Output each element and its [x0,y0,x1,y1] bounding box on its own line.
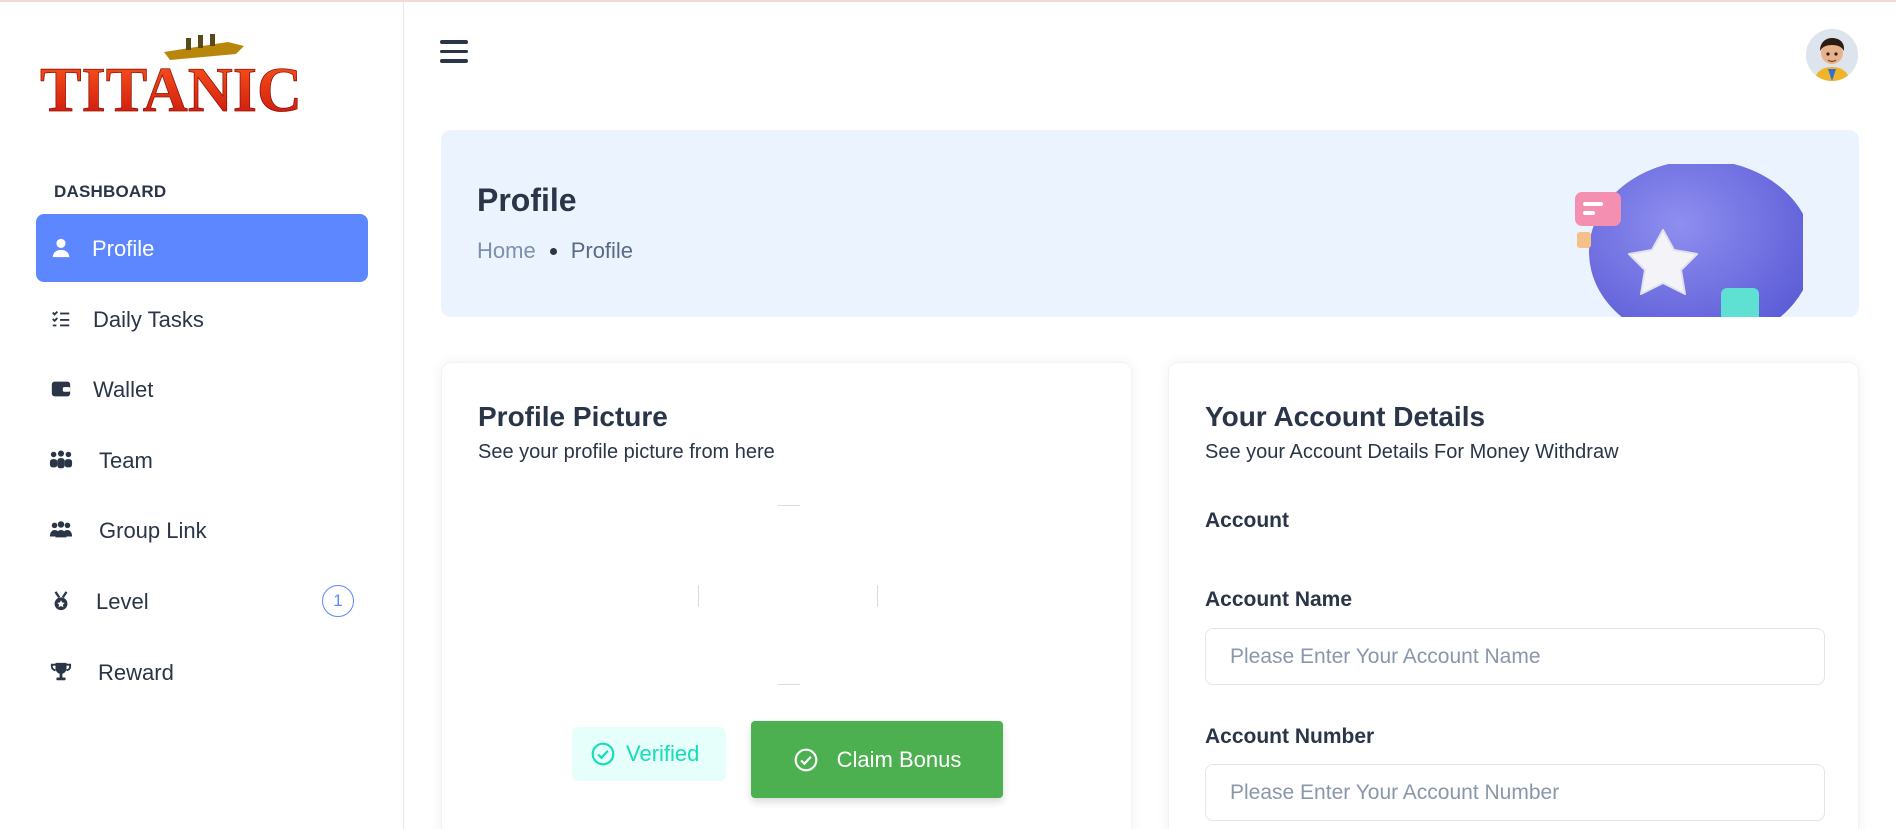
sidebar-item-label: Reward [98,659,174,685]
sidebar-item-label: Team [99,447,153,473]
sidebar-item-profile[interactable]: Profile [36,214,368,282]
sidebar-item-daily-tasks[interactable]: Daily Tasks [36,285,368,353]
check-circle-icon [794,748,818,771]
wallet-icon [48,377,74,401]
account-details-card: Your Account Details See your Account De… [1168,362,1859,829]
level-count-badge: 1 [322,584,354,617]
star-illustration [1563,164,1803,317]
card-subtitle: See your Account Details For Money Withd… [1205,441,1619,463]
sidebar-item-label: Profile [92,236,155,261]
hamburger-menu-button[interactable] [440,40,470,68]
breadcrumb: Home Profile [477,238,633,264]
account-number-input[interactable] [1205,764,1825,821]
sidebar-section-title: DASHBOARD [54,182,167,201]
sidebar-item-wallet[interactable]: Wallet [36,355,368,423]
card-subtitle: See your profile picture from here [478,441,775,463]
sidebar-item-group-link[interactable]: Group Link [36,496,368,564]
titanic-logo[interactable]: TITANIC [38,30,308,120]
hamburger-icon [440,40,468,44]
svg-text:TITANIC: TITANIC [40,54,302,120]
page-title: Profile [477,182,577,218]
sidebar-item-label: Wallet [93,377,154,403]
verified-label: Verified [626,741,700,766]
profile-picture-placeholder[interactable] [698,505,878,685]
profile-picture-card: Profile Picture See your profile picture… [441,362,1132,829]
user-avatar[interactable] [1806,29,1858,81]
sidebar-nav: Profile Daily Tasks Wallet Team Group Li [36,214,368,708]
account-number-label: Account Number [1205,725,1375,748]
sidebar-item-team[interactable]: Team [36,426,368,494]
card-title: Profile Picture [478,401,668,432]
sidebar-item-level[interactable]: Level 1 [36,567,368,635]
team-icon [48,448,74,472]
sidebar: TITANIC DASHBOARD Profile Daily Tasks Wa… [0,2,404,829]
claim-bonus-label: Claim Bonus [836,746,962,772]
card-title: Your Account Details [1205,401,1486,432]
group-icon [48,518,74,542]
breadcrumb-home-link[interactable]: Home [477,238,536,264]
verified-badge: Verified [572,727,726,781]
user-icon [48,236,74,260]
trophy-icon [48,660,74,684]
account-name-label: Account Name [1205,588,1353,611]
sidebar-item-label: Level [96,588,149,614]
sidebar-item-label: Group Link [99,518,207,544]
page-header-banner: Profile Home Profile [441,130,1859,317]
account-label: Account [1205,509,1289,532]
sidebar-item-label: Daily Tasks [93,306,204,332]
check-circle-icon [591,742,615,766]
breadcrumb-current: Profile [570,238,634,263]
breadcrumb-separator [549,247,557,255]
sidebar-item-reward[interactable]: Reward [36,638,368,706]
checklist-icon [48,307,74,331]
medal-icon [48,589,74,613]
account-name-input[interactable] [1205,628,1825,685]
claim-bonus-button[interactable]: Claim Bonus [751,721,1003,798]
